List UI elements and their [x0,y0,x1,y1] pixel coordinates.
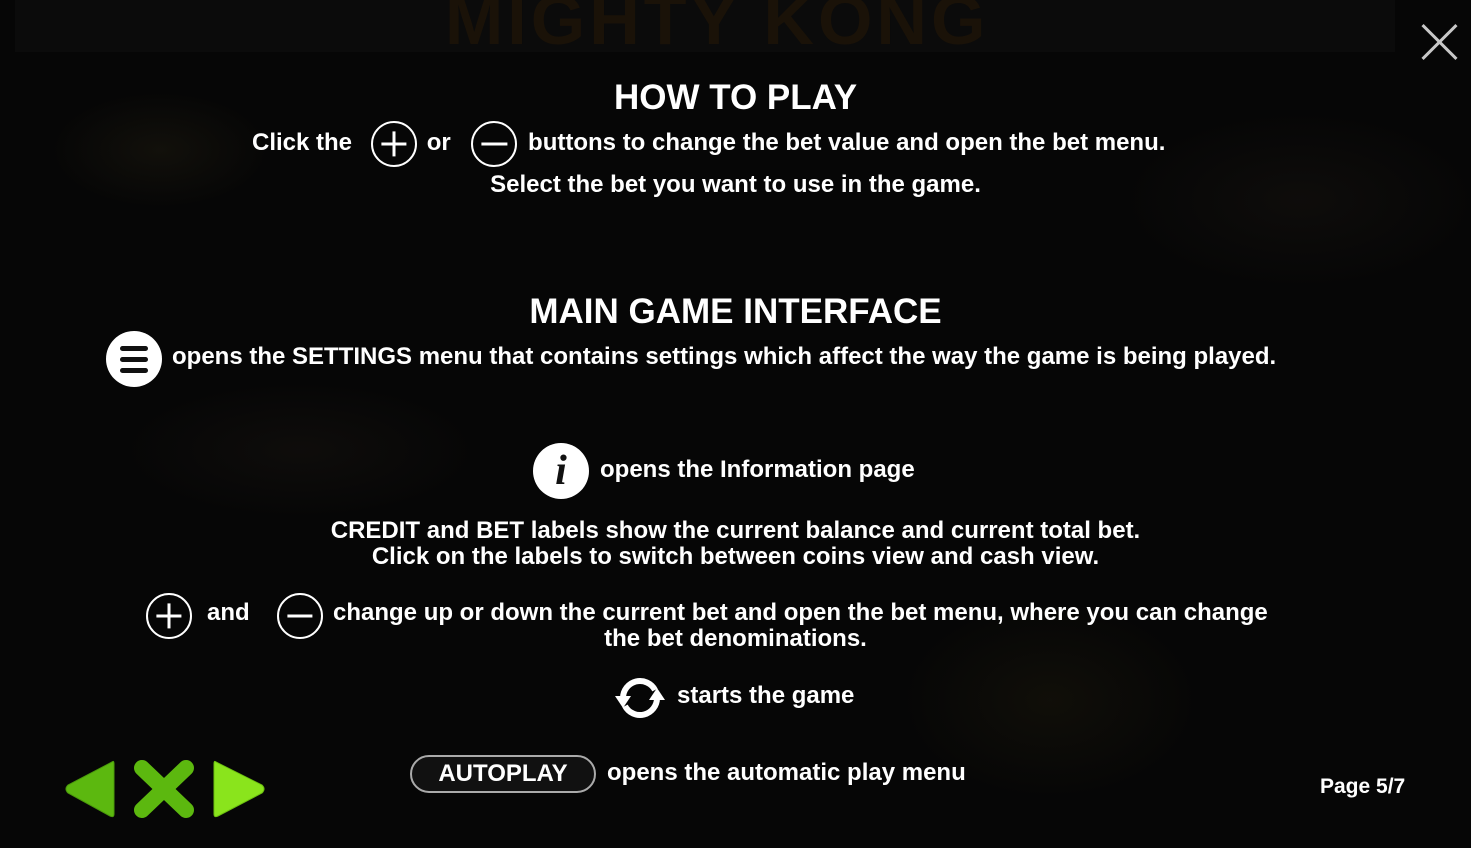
close-help-button[interactable] [132,758,196,820]
line1-text-b: or [426,129,451,156]
game-logo: MIGHTY KONG [445,0,990,59]
next-page-button[interactable] [212,758,268,820]
bet-description-line2: the bet denominations. [604,625,867,652]
page-indicator: Page 5/7 [1320,775,1406,798]
how-to-play-title: HOW TO PLAY [613,78,858,117]
spin-icon [615,678,665,718]
plus-icon [370,120,417,167]
autoplay-description: opens the automatic play menu [607,759,966,786]
credit-bet-line1: CREDIT and BET labels show the current b… [330,517,1141,544]
top-bar: MIGHTY KONG [15,0,1395,59]
how-to-play-line2: Select the bet you want to use in the ga… [490,171,981,198]
close-icon[interactable] [1417,20,1461,64]
bet-and-text: and [207,599,250,626]
bet-description-line1: change up or down the current bet and op… [333,599,1268,626]
autoplay-button[interactable]: AUTOPLAY [410,755,596,793]
info-icon: i [533,443,589,499]
how-to-play-line1: Click the or buttons to change the bet v… [252,120,1166,167]
settings-menu-icon [106,331,162,387]
info-description: opens the Information page [600,456,915,483]
main-interface-title: MAIN GAME INTERFACE [529,292,942,331]
settings-description: opens the SETTINGS menu that contains se… [172,343,1277,370]
spin-description: starts the game [677,682,855,709]
minus-icon [471,120,518,167]
line1-text-a: Click the [252,129,353,156]
line1-text-c: buttons to change the bet value and open… [528,129,1166,156]
credit-bet-line2: Click on the labels to switch between co… [371,543,1100,570]
previous-page-button[interactable] [62,758,116,820]
